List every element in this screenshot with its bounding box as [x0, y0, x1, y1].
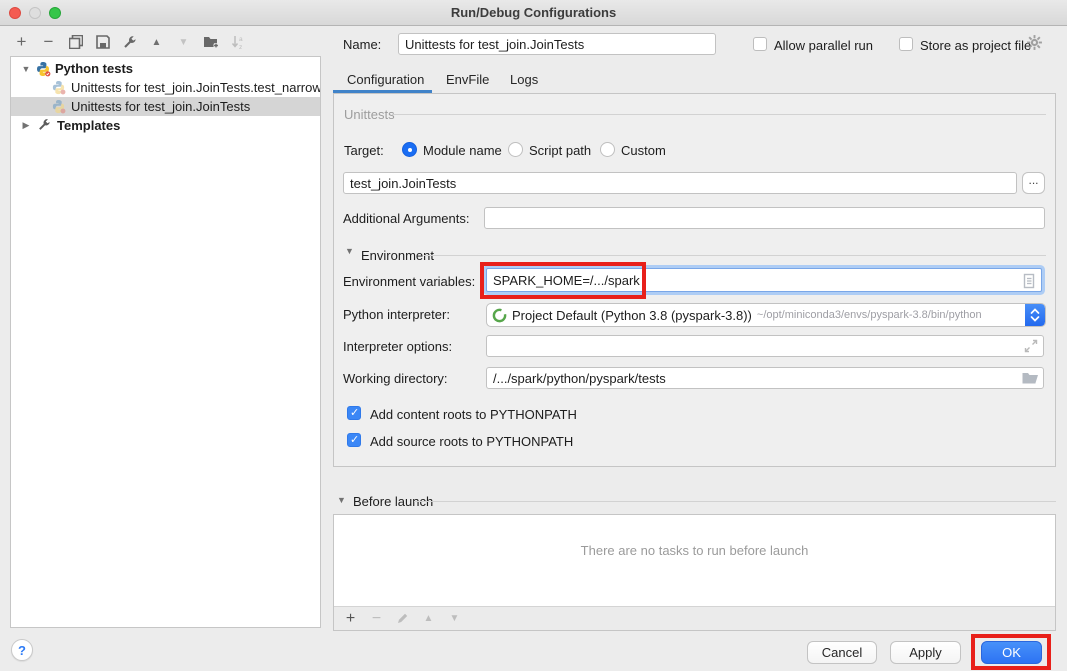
window-title: Run/Debug Configurations: [0, 0, 1067, 26]
folder-icon[interactable]: [1022, 370, 1039, 390]
expand-field-icon[interactable]: [1024, 339, 1038, 358]
tree-item-label: Python tests: [55, 61, 133, 76]
store-as-project-file-label: Store as project file: [920, 38, 1031, 53]
run-debug-configurations-dialog: Run/Debug Configurations + − ▲ ▼ az ▼: [0, 0, 1067, 671]
tree-item-templates[interactable]: ▶ Templates: [11, 116, 320, 135]
browse-module-button[interactable]: ...: [1022, 172, 1045, 194]
help-button[interactable]: ?: [11, 639, 33, 661]
new-folder-icon[interactable]: [202, 34, 219, 51]
tree-item-label: Templates: [57, 118, 120, 133]
conda-python-icon: [492, 308, 507, 323]
python-interpreter-path: ~/opt/miniconda3/envs/pyspark-3.8/bin/py…: [757, 309, 982, 321]
svg-text:z: z: [239, 44, 242, 50]
add-source-roots-label[interactable]: Add source roots to PYTHONPATH: [370, 434, 573, 449]
environment-variables-input[interactable]: SPARK_HOME=/.../spark: [486, 268, 1042, 292]
move-down-icon: ▼: [446, 610, 463, 627]
svg-text:a: a: [239, 36, 243, 43]
environment-variables-label: Environment variables:: [343, 274, 475, 289]
add-source-roots-checkbox[interactable]: [347, 433, 361, 447]
add-icon[interactable]: +: [13, 34, 30, 51]
python-tests-icon: [51, 99, 67, 115]
store-as-project-file-checkbox[interactable]: [899, 37, 913, 51]
python-interpreter-label: Python interpreter:: [343, 307, 450, 322]
working-directory-label: Working directory:: [343, 371, 448, 386]
chevron-down-icon[interactable]: ▼: [21, 64, 31, 74]
target-module-name-label[interactable]: Module name: [423, 143, 502, 158]
copy-icon[interactable]: [67, 34, 84, 51]
working-directory-input[interactable]: /.../spark/python/pyspark/tests: [486, 367, 1044, 389]
add-content-roots-checkbox[interactable]: [347, 406, 361, 420]
apply-button[interactable]: Apply: [890, 641, 961, 664]
wrench-icon: [37, 118, 53, 134]
collapse-triangle-icon[interactable]: ▼: [337, 495, 346, 505]
python-interpreter-value: Project Default (Python 3.8 (pyspark-3.8…: [512, 308, 752, 323]
tab-logs[interactable]: Logs: [510, 72, 538, 87]
title-bar: Run/Debug Configurations: [0, 0, 1067, 26]
collapse-triangle-icon[interactable]: ▼: [345, 246, 354, 256]
tab-envfile[interactable]: EnvFile: [446, 72, 489, 87]
additional-arguments-input[interactable]: [484, 207, 1045, 229]
python-tests-icon: [51, 80, 67, 96]
name-input[interactable]: [398, 33, 716, 55]
allow-parallel-run-checkbox[interactable]: [753, 37, 767, 51]
target-script-path-radio[interactable]: [508, 142, 523, 157]
edit-pencil-icon: [394, 610, 411, 627]
python-tests-icon: [35, 61, 51, 77]
before-launch-toolbar: + − ▲ ▼: [334, 606, 1055, 630]
remove-icon[interactable]: −: [40, 34, 57, 51]
add-icon[interactable]: +: [342, 610, 359, 627]
move-down-icon: ▼: [175, 34, 192, 51]
environment-separator: [424, 255, 1046, 256]
allow-parallel-run-label: Allow parallel run: [774, 38, 873, 53]
working-directory-value: /.../spark/python/pyspark/tests: [493, 371, 666, 386]
configurations-toolbar: + − ▲ ▼ az: [13, 32, 256, 52]
unittests-group-separator: [392, 114, 1046, 115]
module-name-input[interactable]: [343, 172, 1017, 194]
move-up-icon: ▲: [420, 610, 437, 627]
save-icon[interactable]: [94, 34, 111, 51]
tree-item-python-tests[interactable]: ▼ Python tests: [11, 59, 320, 78]
remove-icon: −: [368, 610, 385, 627]
sort-alphabetically-icon: az: [229, 34, 246, 51]
before-launch-task-list: There are no tasks to run before launch …: [333, 514, 1056, 631]
environment-variables-value: SPARK_HOME=/.../spark: [493, 273, 640, 288]
gear-icon[interactable]: [1026, 34, 1043, 56]
unittests-group-title: Unittests: [344, 107, 395, 122]
tree-item-label: Unittests for test_join.JoinTests: [71, 99, 250, 114]
tab-configuration[interactable]: Configuration: [347, 72, 424, 87]
tree-item-label: Unittests for test_join.JoinTests.test_n…: [71, 80, 321, 95]
target-custom-radio[interactable]: [600, 142, 615, 157]
target-script-path-label[interactable]: Script path: [529, 143, 591, 158]
target-module-name-radio[interactable]: [402, 142, 417, 157]
add-content-roots-label[interactable]: Add content roots to PYTHONPATH: [370, 407, 577, 422]
tree-item-unittests-test-narrow[interactable]: Unittests for test_join.JoinTests.test_n…: [11, 78, 320, 97]
ok-button[interactable]: OK: [981, 641, 1042, 664]
list-browse-icon[interactable]: [1021, 273, 1037, 292]
additional-arguments-label: Additional Arguments:: [343, 211, 469, 226]
before-launch-separator: [414, 501, 1056, 502]
before-launch-empty-text: There are no tasks to run before launch: [334, 543, 1055, 558]
python-interpreter-select[interactable]: Project Default (Python 3.8 (pyspark-3.8…: [486, 303, 1046, 327]
chevron-right-icon[interactable]: ▶: [21, 120, 31, 131]
edit-templates-icon[interactable]: [121, 34, 138, 51]
interpreter-options-input[interactable]: [486, 335, 1044, 357]
cancel-button[interactable]: Cancel: [807, 641, 877, 664]
configurations-tree: ▼ Python tests Unittests for test_join.J…: [10, 56, 321, 628]
move-up-icon[interactable]: ▲: [148, 34, 165, 51]
name-label: Name:: [343, 37, 381, 52]
interpreter-options-label: Interpreter options:: [343, 339, 452, 354]
target-label: Target:: [344, 143, 384, 158]
tree-item-unittests-jointests[interactable]: Unittests for test_join.JoinTests: [11, 97, 320, 116]
target-custom-label[interactable]: Custom: [621, 143, 666, 158]
select-stepper-icon[interactable]: [1025, 303, 1045, 327]
